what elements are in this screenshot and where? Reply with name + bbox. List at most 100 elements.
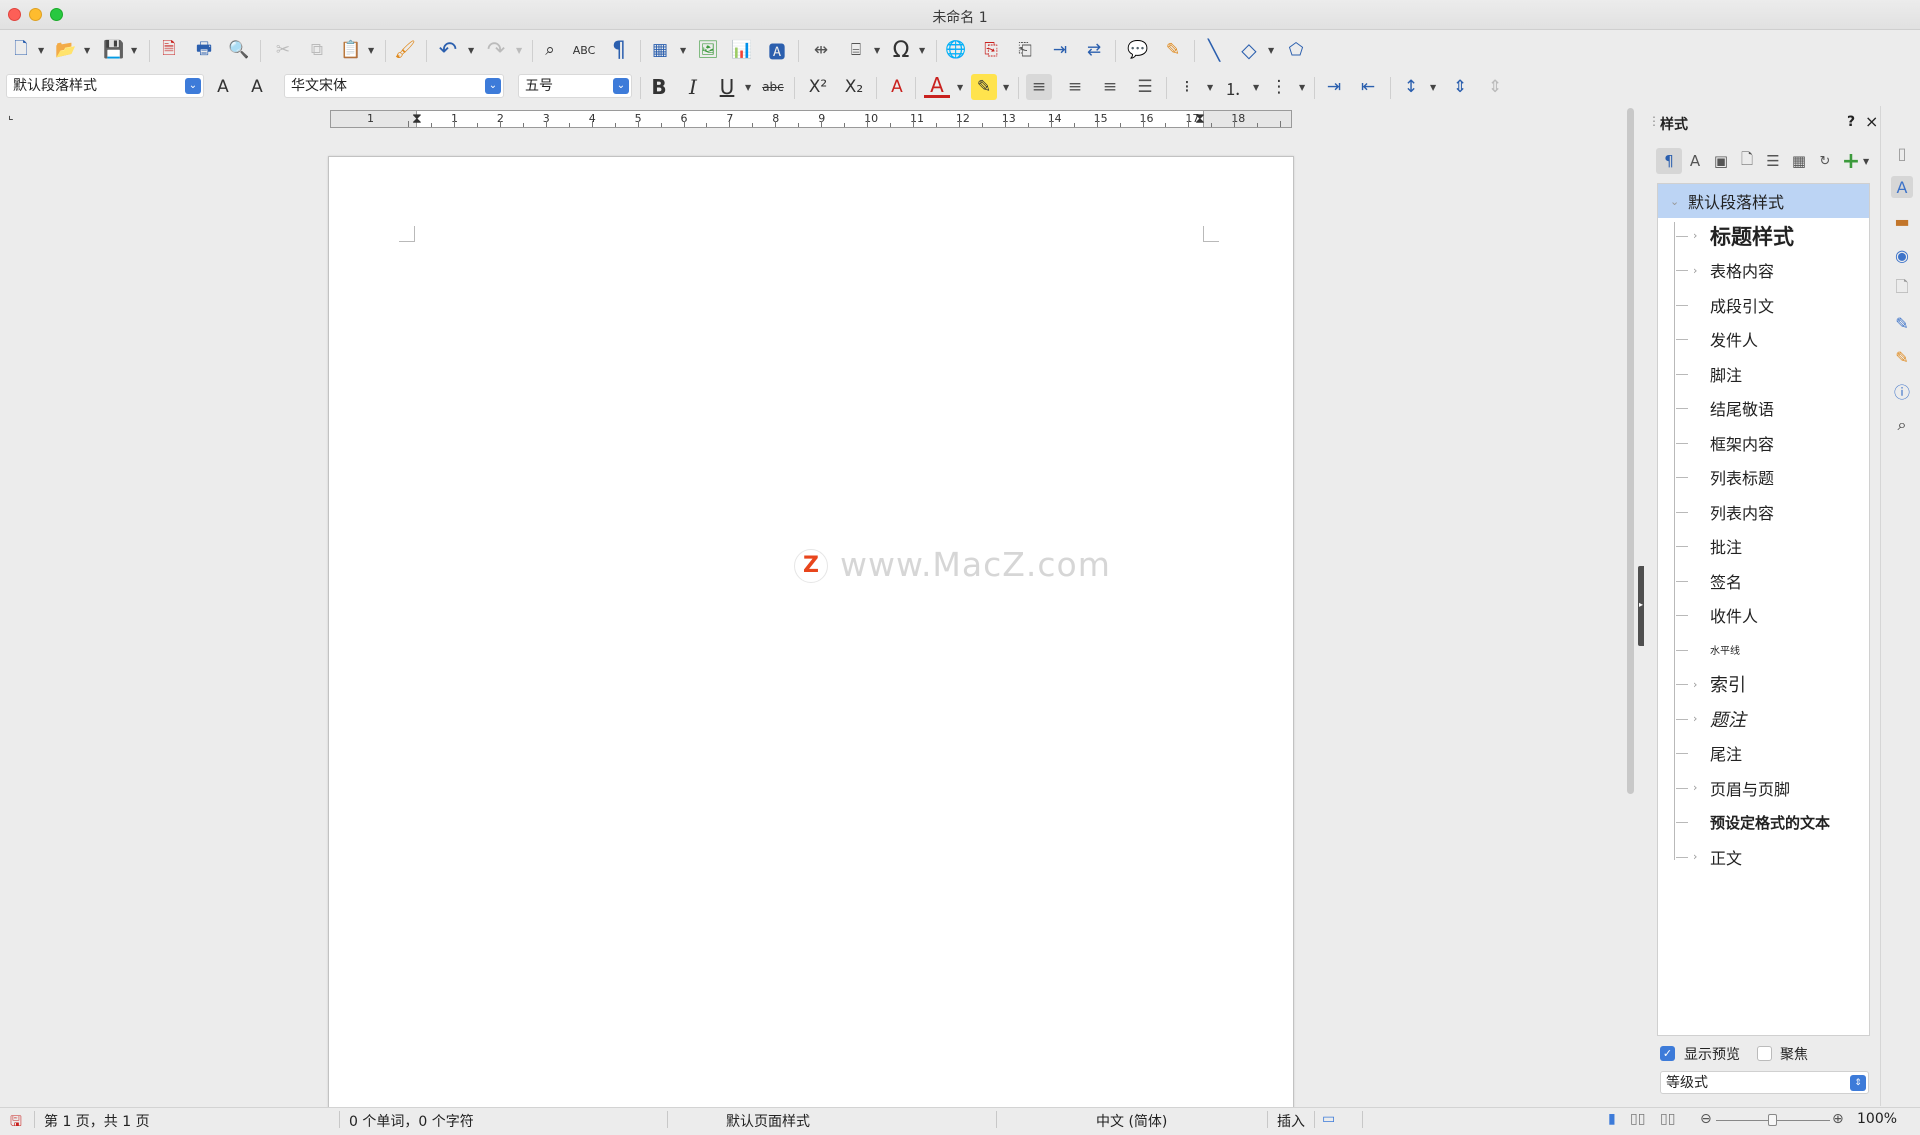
formatting-marks-icon[interactable]: ¶ bbox=[606, 37, 632, 63]
close-icon[interactable]: × bbox=[1865, 112, 1878, 131]
draw-functions-icon[interactable]: ⬠ bbox=[1283, 37, 1309, 63]
page-style-status[interactable]: 默认页面样式 bbox=[726, 1111, 810, 1131]
indent-marker-icon[interactable]: ⧗ bbox=[412, 111, 422, 127]
manage-changes-icon[interactable]: ✎ bbox=[1891, 346, 1913, 368]
bold-icon[interactable]: B bbox=[646, 74, 672, 100]
chevron-down-icon[interactable]: ⌄ bbox=[613, 78, 629, 94]
open-folder-icon[interactable]: 📂 bbox=[53, 37, 79, 63]
copy-icon[interactable]: ⧉ bbox=[304, 37, 330, 63]
gallery-icon[interactable]: ▬ bbox=[1891, 210, 1913, 232]
style-list-item[interactable]: › 表格内容 bbox=[1658, 253, 1869, 287]
spelling-icon[interactable]: ABC bbox=[571, 37, 597, 63]
page-count[interactable]: 第 1 页，共 1 页 bbox=[44, 1111, 150, 1131]
zoom-slider-thumb[interactable] bbox=[1768, 1114, 1777, 1126]
style-list-item[interactable]: 收件人 bbox=[1658, 598, 1869, 632]
insert-field-icon[interactable]: ⌸ bbox=[843, 37, 869, 63]
style-list-item[interactable]: 预设定格式的文本 bbox=[1658, 805, 1869, 839]
style-inspector-icon[interactable]: ✎ bbox=[1891, 312, 1913, 334]
page-deck-icon[interactable]: 🗋 bbox=[1891, 277, 1913, 300]
strikethrough-icon[interactable]: abc bbox=[760, 74, 786, 100]
chevron-down-icon[interactable]: ▼ bbox=[516, 46, 522, 55]
expand-icon[interactable]: › bbox=[1693, 850, 1697, 863]
subscript-icon[interactable]: X₂ bbox=[841, 74, 867, 100]
chevron-down-icon[interactable]: ▼ bbox=[468, 46, 474, 55]
track-changes-icon[interactable]: ✎ bbox=[1160, 37, 1186, 63]
insert-table-icon[interactable]: ▦ bbox=[647, 37, 673, 63]
chevron-down-icon[interactable]: ▼ bbox=[1299, 83, 1305, 92]
style-list-item[interactable]: 框架内容 bbox=[1658, 426, 1869, 460]
chevron-down-icon[interactable]: ▼ bbox=[957, 83, 963, 92]
zoom-in-icon[interactable]: ⊕ bbox=[1832, 1111, 1844, 1127]
selection-mode-icon[interactable]: ▭ bbox=[1322, 1111, 1335, 1127]
insert-textbox-icon[interactable]: 🅰 bbox=[764, 37, 790, 63]
chevron-down-icon[interactable]: ⌄ bbox=[485, 78, 501, 94]
numbered-list-icon[interactable]: ⒈ bbox=[1220, 74, 1246, 100]
basic-shapes-icon[interactable]: ◇ bbox=[1236, 37, 1262, 63]
paragraph-styles-icon[interactable]: ¶ bbox=[1656, 148, 1682, 174]
style-list-item[interactable]: 批注 bbox=[1658, 529, 1869, 563]
paste-icon[interactable]: 📋 bbox=[338, 37, 364, 63]
expand-icon[interactable]: › bbox=[1693, 781, 1697, 794]
design-icon[interactable]: ⓘ bbox=[1891, 380, 1913, 402]
align-right-icon[interactable]: ≡ bbox=[1097, 74, 1123, 100]
properties-icon[interactable]: ▯ bbox=[1891, 142, 1913, 164]
chevron-down-icon[interactable]: ▼ bbox=[368, 46, 374, 55]
book-view-icon[interactable]: ▯▯ bbox=[1660, 1111, 1675, 1127]
style-list[interactable]: ⌄ 默认段落样式 › 标题样式 › 表格内容 成段引文 发件人 脚注 结尾敬语 框架内容 列表标题 列表… bbox=[1657, 183, 1870, 1036]
right-indent-marker-icon[interactable]: ⧗ bbox=[1195, 111, 1205, 127]
chevron-down-icon[interactable]: ▼ bbox=[38, 46, 44, 55]
clone-formatting-icon[interactable]: 🖌 bbox=[392, 37, 418, 63]
horizontal-ruler[interactable]: 1 1 2 3 4 5 6 7 8 9 10 11 12 13 14 15 16 17 18 ⧗ ⧗ bbox=[330, 110, 1292, 128]
new-document-icon[interactable]: 🗋 bbox=[8, 37, 34, 63]
list-styles-icon[interactable]: ☰ bbox=[1760, 148, 1786, 174]
style-list-item[interactable]: 结尾敬语 bbox=[1658, 391, 1869, 425]
hyperlink-icon[interactable]: 🌐 bbox=[943, 37, 969, 63]
focus-checkbox[interactable] bbox=[1757, 1046, 1772, 1061]
page-break-icon[interactable]: ⇹ bbox=[808, 37, 834, 63]
style-list-item[interactable]: 尾注 bbox=[1658, 736, 1869, 770]
redo-icon[interactable]: ↷ bbox=[483, 37, 509, 63]
chevron-down-icon[interactable]: ⌄ bbox=[185, 78, 201, 94]
style-filter-select[interactable]: 等级式 ⇕ bbox=[1660, 1071, 1869, 1094]
superscript-icon[interactable]: X² bbox=[805, 74, 831, 100]
line-spacing-icon[interactable]: ↕ bbox=[1398, 74, 1424, 100]
undo-icon[interactable]: ↶ bbox=[435, 37, 461, 63]
special-character-icon[interactable]: Ω bbox=[888, 37, 914, 63]
font-name-combo[interactable]: 华文宋体 ⌄ bbox=[284, 74, 504, 98]
chevron-down-icon[interactable]: ▼ bbox=[680, 46, 686, 55]
align-left-icon[interactable]: ≡ bbox=[1026, 74, 1052, 100]
find-deck-icon[interactable]: ⌕ bbox=[1891, 414, 1913, 436]
collapse-icon[interactable]: ⌄ bbox=[1670, 195, 1679, 208]
align-center-icon[interactable]: ≡ bbox=[1062, 74, 1088, 100]
save-icon[interactable]: 💾 bbox=[101, 37, 127, 63]
chevron-down-icon[interactable]: ▼ bbox=[745, 83, 751, 92]
style-list-item[interactable]: › 索引 bbox=[1658, 667, 1869, 701]
expand-icon[interactable]: › bbox=[1693, 678, 1697, 691]
style-list-item[interactable]: ⌄ 默认段落样式 bbox=[1658, 184, 1869, 218]
style-list-item[interactable]: 列表标题 bbox=[1658, 460, 1869, 494]
style-list-item[interactable]: › 页眉与页脚 bbox=[1658, 771, 1869, 805]
chevron-down-icon[interactable]: ▼ bbox=[1253, 83, 1259, 92]
fill-format-icon[interactable]: ↻ bbox=[1812, 148, 1838, 174]
document-modified-icon[interactable]: 🖫 bbox=[10, 1111, 22, 1135]
style-list-item[interactable]: 发件人 bbox=[1658, 322, 1869, 356]
styles-deck-icon[interactable]: A bbox=[1891, 176, 1913, 198]
help-icon[interactable]: ? bbox=[1847, 114, 1855, 130]
expand-icon[interactable]: › bbox=[1693, 229, 1697, 242]
increase-paragraph-spacing-icon[interactable]: ⇕ bbox=[1447, 74, 1473, 100]
bookmark-icon[interactable]: ⇥ bbox=[1047, 37, 1073, 63]
style-list-item[interactable]: › 正文 bbox=[1658, 840, 1869, 874]
chevron-down-icon[interactable]: ▼ bbox=[1430, 83, 1436, 92]
print-icon[interactable]: 🖶 bbox=[191, 37, 217, 63]
justify-icon[interactable]: ☰ bbox=[1132, 74, 1158, 100]
page-styles-icon[interactable]: 🗋 bbox=[1734, 148, 1760, 174]
underline-icon[interactable]: U bbox=[714, 74, 740, 100]
italic-icon[interactable]: I bbox=[680, 74, 706, 100]
footnote-icon[interactable]: ⎘ bbox=[978, 37, 1004, 63]
style-list-item[interactable]: 成段引文 bbox=[1658, 288, 1869, 322]
document-page[interactable] bbox=[328, 156, 1294, 1116]
character-styles-icon[interactable]: A bbox=[1682, 148, 1708, 174]
chevron-down-icon[interactable]: ▼ bbox=[1863, 157, 1869, 166]
chevron-down-icon[interactable]: ▼ bbox=[919, 46, 925, 55]
word-count[interactable]: 0 个单词，0 个字符 bbox=[349, 1111, 474, 1131]
